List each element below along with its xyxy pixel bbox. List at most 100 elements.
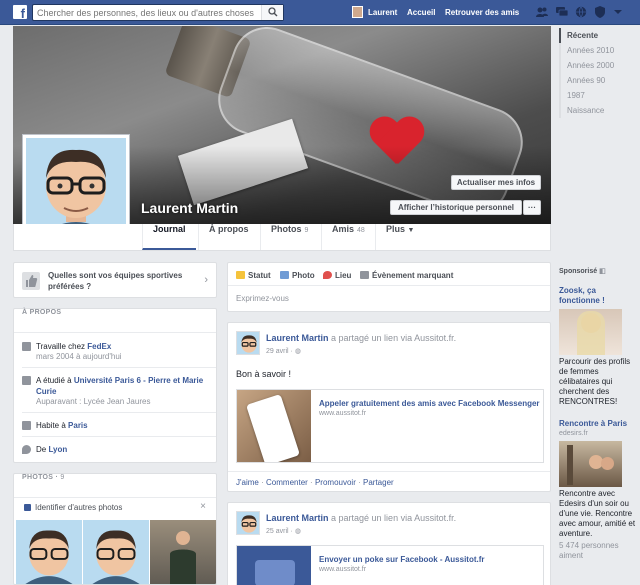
pencil-icon — [236, 271, 245, 279]
activity-log-button[interactable]: Afficher l’historique personnel — [390, 200, 522, 215]
facebook-logo-icon[interactable]: f — [13, 5, 27, 19]
profile-tabs: Journal À propos Photos 9 Amis 48 Plus ▼ — [13, 224, 551, 251]
tab-more[interactable]: Plus ▼ — [375, 224, 424, 250]
ad-image[interactable] — [559, 441, 622, 487]
top-navigation-bar: f Laurent Accueil Retrouver des amis — [0, 0, 640, 25]
about-card: À PROPOS Travaille chez FedEx mars 2004 … — [13, 308, 217, 463]
post-author-name[interactable]: Laurent Martin — [266, 513, 329, 523]
timeline-nav-1987[interactable]: 1987 — [559, 88, 640, 103]
comment-button[interactable]: Commenter — [266, 478, 308, 487]
timeline-post: Laurent Martin a partagé un lien via Aus… — [227, 322, 551, 492]
promote-button[interactable]: Promouvoir — [315, 478, 356, 487]
find-friends-link[interactable]: Retrouver des amis — [445, 8, 519, 17]
composer-tab-life-event[interactable]: Évènement marquant — [360, 271, 453, 280]
post-action-text: a partagé un lien via Aussitot.fr. — [328, 333, 457, 343]
ad-title[interactable]: Zoosk, ça fonctionne ! — [559, 286, 635, 306]
thumbs-up-icon — [22, 272, 40, 290]
globe-icon: ◍ — [294, 348, 301, 355]
settings-dropdown-icon[interactable] — [612, 6, 624, 18]
sports-teams-prompt[interactable]: Quelles sont vos équipes sportives préfé… — [13, 262, 217, 298]
composer-input[interactable]: Exprimez-vous — [236, 294, 289, 303]
ad-domain: edesirs.fr — [559, 430, 588, 437]
composer-tab-photo[interactable]: Photo — [280, 271, 315, 280]
house-icon — [22, 421, 31, 430]
photo-thumbnail[interactable] — [16, 520, 82, 584]
avatar-illustration — [241, 335, 257, 353]
timeline-nav-90s[interactable]: Années 90 — [559, 73, 640, 88]
profile-name[interactable]: Laurent Martin — [141, 200, 238, 216]
close-icon[interactable]: × — [200, 501, 206, 512]
search-button[interactable] — [261, 5, 283, 20]
tab-about[interactable]: À propos — [198, 224, 259, 250]
user-avatar[interactable] — [352, 6, 363, 18]
timeline-nav-2000s[interactable]: Années 2000 — [559, 58, 640, 73]
tag-photos-row[interactable]: Identifier d'autres photos — [24, 503, 214, 512]
friend-requests-icon[interactable] — [536, 6, 548, 18]
about-from: De Lyon — [22, 444, 212, 456]
post-action-text: a partagé un lien via Aussitot.fr. — [328, 513, 457, 523]
photos-header[interactable]: PHOTOS · 9 — [14, 474, 216, 498]
link-title[interactable]: Appeler gratuitement des amis avec Faceb… — [319, 399, 540, 408]
location-pin-icon — [22, 445, 31, 454]
ad-likes: 5 474 personnes aiment — [559, 541, 619, 560]
post-author-avatar[interactable] — [236, 331, 260, 355]
about-lives: Habite à Paris — [22, 420, 212, 432]
work-link[interactable]: FedEx — [87, 342, 111, 351]
link-thumbnail — [237, 390, 311, 462]
about-education: A étudié à Université Paris 6 - Pierre e… — [22, 375, 212, 411]
post-timestamp[interactable]: 29 avril — [266, 348, 289, 355]
ad-title[interactable]: Rencontre à Paris — [559, 419, 635, 429]
edit-ads-icon[interactable]: ◧ — [599, 268, 606, 275]
shared-link-preview[interactable]: Appeler gratuitement des amis avec Faceb… — [236, 389, 544, 463]
post-text: Bon à savoir ! — [236, 369, 292, 379]
search-box[interactable] — [32, 4, 284, 21]
profile-link[interactable]: Laurent — [368, 8, 397, 17]
chevron-down-icon: ▼ — [407, 227, 415, 234]
update-info-button[interactable]: Actualiser mes infos — [451, 175, 541, 190]
about-work: Travaille chez FedEx mars 2004 à aujourd… — [22, 341, 212, 365]
timeline-nav-2010s[interactable]: Années 2010 — [559, 43, 640, 58]
shared-link-preview[interactable]: Envoyer un poke sur Facebook - Aussitot.… — [236, 545, 544, 585]
notifications-icon[interactable] — [575, 6, 587, 18]
post-author-avatar[interactable] — [236, 511, 260, 535]
work-dates: mars 2004 à aujourd'hui — [36, 352, 122, 361]
chevron-right-icon: › — [204, 274, 208, 286]
post-timestamp[interactable]: 25 avril — [266, 528, 289, 535]
timeline-nav-recent[interactable]: Récente — [559, 28, 640, 43]
composer-tab-status[interactable]: Statut — [236, 271, 271, 280]
like-button[interactable]: J'aime — [236, 478, 259, 487]
ad-text: Rencontre avec Edesirs d'un soir ou d'un… — [559, 489, 636, 538]
ad-image[interactable] — [559, 309, 622, 355]
graduation-cap-icon — [22, 376, 31, 385]
post-author-name[interactable]: Laurent Martin — [266, 333, 329, 343]
sponsored-header: Sponsorisé ◧ — [559, 268, 606, 275]
composer-tab-place[interactable]: Lieu — [323, 271, 351, 280]
person-photo-image — [170, 531, 196, 584]
home-link[interactable]: Accueil — [407, 8, 435, 17]
messages-icon[interactable] — [556, 6, 568, 18]
photo-thumbnail[interactable] — [83, 520, 149, 584]
avatar-thumbnail-image — [92, 530, 140, 584]
tab-friends[interactable]: Amis 48 — [321, 224, 375, 250]
privacy-shortcuts-icon[interactable] — [594, 6, 606, 18]
flag-icon — [360, 271, 369, 279]
search-icon — [268, 7, 278, 17]
about-header: À PROPOS — [14, 309, 216, 333]
photos-header-count: 9 — [60, 474, 65, 481]
link-domain: www.aussitot.fr — [319, 566, 367, 573]
city-link[interactable]: Paris — [68, 421, 88, 430]
post-actions: J'aime · Commenter · Promouvoir · Partag… — [236, 478, 394, 487]
timeline-nav-birth[interactable]: Naissance — [559, 103, 640, 118]
tab-journal[interactable]: Journal — [142, 224, 196, 250]
photos-card: PHOTOS · 9 Identifier d'autres photos × — [13, 473, 217, 585]
tab-photos[interactable]: Photos 9 — [260, 224, 318, 250]
more-options-button[interactable]: ··· — [523, 200, 541, 215]
photo-thumbnail[interactable] — [150, 520, 216, 584]
link-title[interactable]: Envoyer un poke sur Facebook - Aussitot.… — [319, 555, 485, 564]
friends-count: 48 — [357, 227, 365, 234]
ad-text: Parcourir des profils de femmes célibata… — [559, 357, 631, 406]
photo-icon — [280, 271, 289, 279]
share-button[interactable]: Partager — [363, 478, 394, 487]
hometown-link[interactable]: Lyon — [48, 445, 67, 454]
search-input[interactable] — [33, 5, 258, 20]
